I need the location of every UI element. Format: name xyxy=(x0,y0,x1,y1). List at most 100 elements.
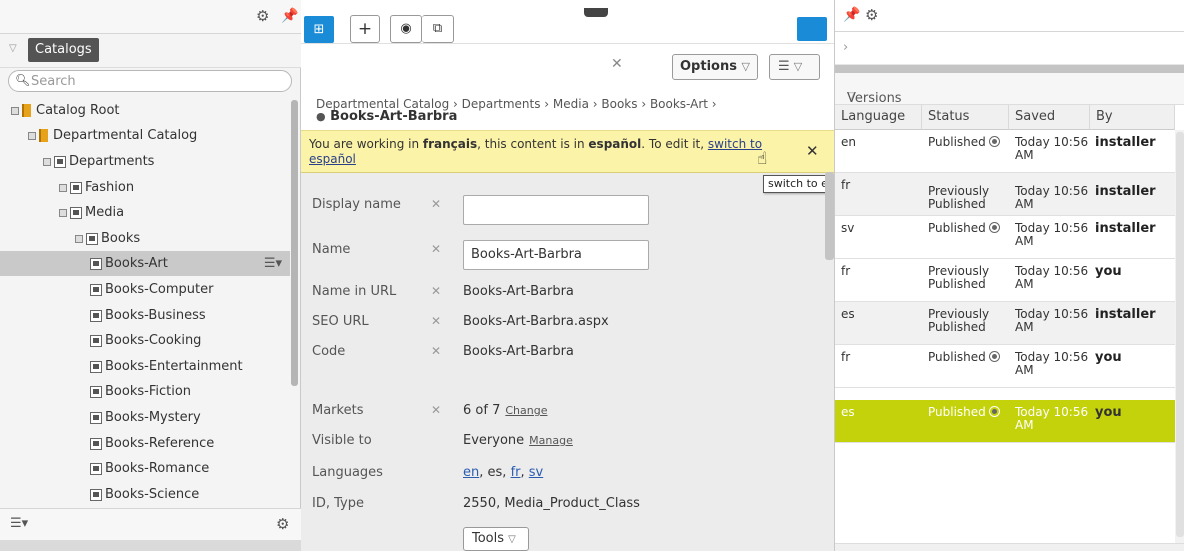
chevron-down-icon: ▽ xyxy=(793,60,803,73)
version-row[interactable]: fr Previously Published Today 10:56 AM ins… xyxy=(835,173,1175,216)
view-selector[interactable]: ☰ ▽ xyxy=(769,54,820,80)
versions-scrollbar[interactable] xyxy=(1175,130,1184,551)
version-row[interactable]: sv Published Today 10:56 AM installer xyxy=(835,216,1175,259)
status-text: Published xyxy=(928,135,986,149)
toggle-icon[interactable] xyxy=(11,106,19,115)
version-by: installer xyxy=(1095,135,1156,150)
pin-icon[interactable]: ✕ xyxy=(431,314,441,328)
tree-item-label: Books-Mystery xyxy=(105,410,201,425)
context-menu-icon[interactable]: ☰▾ xyxy=(264,251,282,276)
gear-icon[interactable]: ⚙ xyxy=(276,515,289,533)
language-link-fr[interactable]: fr xyxy=(511,465,521,480)
compare-icon[interactable]: ⧉ xyxy=(422,15,454,43)
name-field[interactable]: Books-Art-Barbra xyxy=(463,240,649,270)
pin-icon[interactable]: ✕ xyxy=(431,242,441,256)
column-header-by[interactable]: By xyxy=(1090,105,1175,130)
chevron-right-icon[interactable]: › xyxy=(843,40,848,55)
version-row[interactable]: fr Previously Published Today 10:56 AM you xyxy=(835,259,1175,302)
content-header: ✕ Options ▽ ☰ ▽ Departmental Catalog › D… xyxy=(301,44,834,130)
collapse-handle-icon[interactable] xyxy=(584,8,608,17)
pane-bottom-strip xyxy=(835,543,1184,551)
tab-catalogs[interactable]: Catalogs xyxy=(28,38,99,62)
column-header-status[interactable]: Status xyxy=(922,105,1009,130)
column-header-saved[interactable]: Saved xyxy=(1009,105,1090,130)
notice-text-mid: , this content is in xyxy=(477,137,589,151)
tree-item-departments[interactable]: Departments xyxy=(0,149,290,174)
tree-item-catalog-root[interactable]: Catalog Root xyxy=(0,98,290,123)
tree-item-books-computer[interactable]: Books-Computer xyxy=(0,277,290,302)
tree-item-books-romance[interactable]: Books-Romance xyxy=(0,456,290,481)
tree-item-books-art[interactable]: Books-Art ☰▾ xyxy=(0,251,290,276)
pin-icon[interactable]: ✕ xyxy=(431,344,441,358)
tree-item-books-cooking[interactable]: Books-Cooking xyxy=(0,328,290,353)
versions-breadcrumb: › xyxy=(835,32,1184,64)
gear-icon[interactable]: ⚙ xyxy=(865,6,878,24)
search-input[interactable]: 🔍︎ Search xyxy=(8,70,292,92)
add-button[interactable]: + xyxy=(350,15,380,43)
version-row[interactable]: fr Published Today 10:56 AM you xyxy=(835,345,1175,388)
version-by: installer xyxy=(1095,307,1156,322)
content-scrollbar[interactable] xyxy=(825,172,834,260)
tree-scrollbar[interactable] xyxy=(291,100,298,386)
name-in-url-label: Name in URL xyxy=(312,284,397,299)
versions-header[interactable]: ▽ Versions xyxy=(835,73,1184,106)
gear-icon[interactable]: ⚙ xyxy=(256,7,269,25)
toggle-icon[interactable] xyxy=(59,208,67,217)
language-es: es xyxy=(487,465,503,480)
tree-item-media[interactable]: Media xyxy=(0,200,290,225)
tree-item-books-entertainment[interactable]: Books-Entertainment xyxy=(0,354,290,379)
menu-icon[interactable]: ☰▾ xyxy=(10,516,28,531)
folder-icon[interactable] xyxy=(797,17,827,41)
tree-item-fashion[interactable]: Fashion xyxy=(0,175,290,200)
language-link-sv[interactable]: sv xyxy=(529,465,543,480)
version-by: you xyxy=(1095,350,1122,365)
seo-url-value[interactable]: Books-Art-Barbra.aspx xyxy=(463,314,609,329)
scrollbar-thumb[interactable] xyxy=(1176,132,1184,537)
navigation-tree-icon[interactable]: ⊞ xyxy=(304,16,334,43)
published-icon xyxy=(988,222,1000,233)
tree-item-books-science[interactable]: Books-Science xyxy=(0,482,290,507)
version-row-selected[interactable]: es Published Today 10:56 AM you xyxy=(835,400,1175,443)
list-view-icon: ☰ xyxy=(778,59,790,74)
preview-icon[interactable]: ◉ xyxy=(390,15,422,43)
tree-item-books[interactable]: Books xyxy=(0,226,290,251)
page-title-text: Books-Art-Barbra xyxy=(330,109,458,124)
name-in-url-value[interactable]: Books-Art-Barbra xyxy=(463,284,574,299)
pin-icon[interactable]: ✕ xyxy=(431,197,441,211)
toggle-icon[interactable] xyxy=(59,183,67,192)
toggle-icon[interactable] xyxy=(75,234,83,243)
code-value[interactable]: Books-Art-Barbra xyxy=(463,344,574,359)
language-link-en[interactable]: en xyxy=(463,465,479,480)
chevron-down-icon[interactable]: ▽ xyxy=(9,43,17,54)
version-language: fr xyxy=(841,350,851,364)
column-header-language[interactable]: Language xyxy=(835,105,922,130)
saved-text-2: AM xyxy=(1015,320,1034,334)
pin-icon[interactable]: ✕ xyxy=(431,403,441,417)
toggle-icon[interactable] xyxy=(28,131,36,140)
tree-item-books-fiction[interactable]: Books-Fiction xyxy=(0,379,290,404)
pin-icon[interactable]: 📌 xyxy=(281,8,298,24)
pin-icon[interactable]: 📌 xyxy=(843,7,860,23)
tree-item-books-business[interactable]: Books-Business xyxy=(0,303,290,328)
node-icon xyxy=(90,309,102,322)
manage-visibility-link[interactable]: Manage xyxy=(529,434,573,447)
toggle-icon[interactable] xyxy=(43,157,51,166)
node-icon xyxy=(90,334,102,347)
saved-text: Today 10:56 xyxy=(1015,184,1089,198)
tree-item-books-reference[interactable]: Books-Reference xyxy=(0,431,290,456)
version-row[interactable]: es Previously Published Today 10:56 AM ins… xyxy=(835,302,1175,345)
tree-item-books-mystery[interactable]: Books-Mystery xyxy=(0,405,290,430)
name-label: Name xyxy=(312,242,351,257)
close-icon[interactable]: ✕ xyxy=(806,142,819,160)
version-row[interactable]: en Published Today 10:56 AM installer xyxy=(835,130,1175,173)
chevron-down-icon: ▽ xyxy=(508,534,516,545)
tools-button[interactable]: Tools ▽ xyxy=(463,527,529,551)
status-text: Published xyxy=(928,405,986,419)
pin-icon[interactable]: ✕ xyxy=(611,56,623,72)
pin-icon[interactable]: ✕ xyxy=(431,284,441,298)
options-button[interactable]: Options ▽ xyxy=(672,54,758,80)
tree-item-departmental-catalog[interactable]: Departmental Catalog xyxy=(0,123,290,148)
version-status: Previously Published xyxy=(928,308,989,334)
change-markets-link[interactable]: Change xyxy=(505,404,547,417)
display-name-field[interactable] xyxy=(463,195,649,225)
